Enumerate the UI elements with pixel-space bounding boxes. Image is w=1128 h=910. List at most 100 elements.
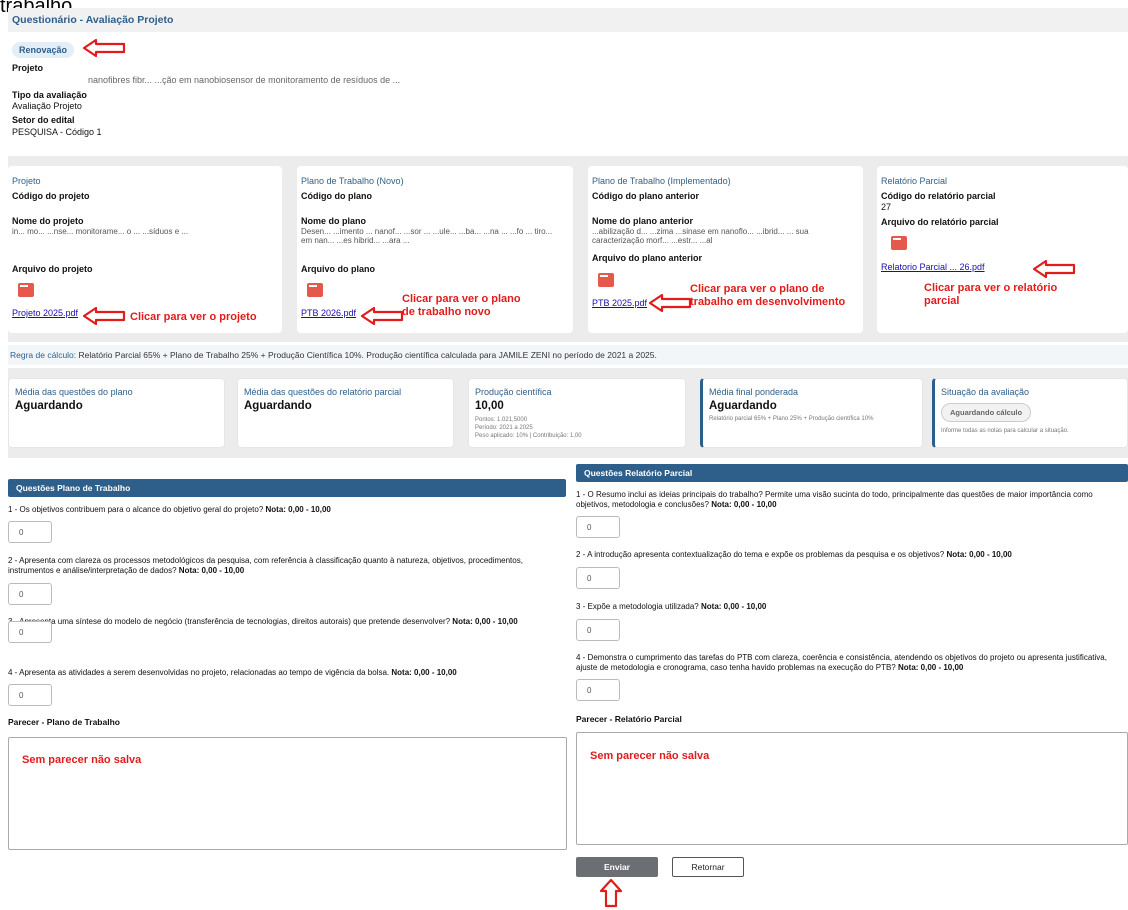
section-plano-header: Questões Plano de Trabalho xyxy=(8,479,566,497)
question-nota: Nota: 0,00 - 10,00 xyxy=(946,550,1012,559)
annotation-arrow-left-icon xyxy=(82,38,126,58)
retornar-button[interactable]: Retornar xyxy=(672,857,744,877)
nota-input-plano-1[interactable] xyxy=(8,521,52,543)
tipo-label: Tipo da avaliação xyxy=(12,90,87,100)
code-label: Código do relatório parcial xyxy=(881,191,996,201)
file-label: Arquivo do projeto xyxy=(12,264,93,274)
file-label: Arquivo do plano anterior xyxy=(592,253,703,263)
stat-situacao: Situação da avaliação Aguardando cálculo… xyxy=(932,378,1128,448)
question-text: 2 - Apresenta com clareza os processos m… xyxy=(8,556,523,575)
annotation-arrow-up-icon xyxy=(599,878,623,908)
annotation-parecer-plano: Sem parecer não salva xyxy=(22,754,142,766)
name-value: ...abilização d... ...zima ...sinase em … xyxy=(592,227,809,245)
enviar-button[interactable]: Enviar xyxy=(576,857,658,877)
parecer-relatorio-label: Parecer - Relatório Parcial xyxy=(576,714,682,724)
annotation-parecer-relatorio: Sem parecer não salva xyxy=(590,750,710,762)
stat-title: Média das questões do plano xyxy=(15,387,133,397)
stat-title: Produção científica xyxy=(475,387,552,397)
question-plano-2: 2 - Apresenta com clareza os processos m… xyxy=(8,556,568,575)
relatorio-file-link[interactable]: Relatorio Parcial ... 26.pdf xyxy=(881,262,985,272)
annotation-plano-implementado: Clicar para ver o plano de trabalho em d… xyxy=(690,283,846,309)
nota-input-relatorio-2[interactable] xyxy=(576,567,620,589)
question-text: 3 - Apresenta uma síntese do modelo de n… xyxy=(8,617,451,626)
nota-input-plano-3[interactable] xyxy=(8,621,52,643)
parecer-relatorio-textarea[interactable] xyxy=(576,732,1128,845)
plano-novo-file-link[interactable]: PTB 2026.pdf xyxy=(301,308,356,318)
setor-value: PESQUISA - Código 1 xyxy=(12,127,102,137)
nota-input-plano-2[interactable] xyxy=(8,583,52,605)
plano-implementado-file-link[interactable]: PTB 2025.pdf xyxy=(592,298,647,308)
page-title: Questionário - Avaliação Projeto xyxy=(12,14,174,26)
stat-title: Situação da avaliação xyxy=(941,387,1030,397)
file-label: Arquivo do plano xyxy=(301,264,375,274)
pdf-icon xyxy=(891,236,907,250)
section-title: Questões Relatório Parcial xyxy=(584,468,693,478)
stat-title: Média final ponderada xyxy=(709,387,799,397)
name-value: Desen... ...imento ... nanof... ...sor .… xyxy=(301,227,553,245)
setor-label: Setor do edital xyxy=(12,115,75,125)
file-label: Arquivo do relatório parcial xyxy=(881,217,999,227)
tipo-value: Avaliação Projeto xyxy=(12,101,82,111)
annotation-arrow-left-icon xyxy=(1032,259,1076,279)
question-nota: Nota: 0,00 - 10,00 xyxy=(178,565,245,575)
question-nota: Nota: 0,00 - 10,00 xyxy=(452,617,518,626)
renovacao-badge: Renovação xyxy=(12,42,75,58)
nota-input-relatorio-1[interactable] xyxy=(576,516,620,538)
calculation-rule: Regra de cálculo: Relatório Parcial 65% … xyxy=(8,345,1128,365)
question-text: 1 - Os objetivos contribuem para o alcan… xyxy=(8,505,264,514)
projeto-file-link[interactable]: Projeto 2025.pdf xyxy=(12,308,78,318)
name-label: Nome do plano xyxy=(301,216,366,226)
question-nota: Nota: 0,00 - 10,00 xyxy=(265,505,331,514)
stat-media-relatorio: Média das questões do relatório parcial … xyxy=(237,378,454,448)
card-projeto: Projeto Código do projeto Nome do projet… xyxy=(8,166,282,333)
pdf-icon xyxy=(598,273,614,287)
code-label: Código do plano anterior xyxy=(592,191,699,201)
rule-text: Relatório Parcial 65% + Plano de Trabalh… xyxy=(76,350,657,360)
question-plano-4: 4 - Apresenta as atividades a serem dese… xyxy=(8,668,568,678)
code-label: Código do plano xyxy=(301,191,372,201)
code-value: 27 xyxy=(881,202,892,212)
question-text: 4 - Demonstra o cumprimento das tarefas … xyxy=(576,653,1107,672)
projeto-value: nanofibres fibr... ...ção em nanobiosens… xyxy=(88,75,401,85)
question-text: 1 - O Resumo inclui as ideias principais… xyxy=(576,490,1093,509)
annotation-projeto: Clicar para ver o projeto xyxy=(130,311,257,323)
stat-title: Média das questões do relatório parcial xyxy=(244,387,402,397)
question-relatorio-3: 3 - Expõe a metodologia utilizada? Nota:… xyxy=(576,602,1128,612)
stat-periodo: Período: 2021 a 2025 xyxy=(475,425,533,431)
question-relatorio-1: 1 - O Resumo inclui as ideias principais… xyxy=(576,490,1128,509)
nota-input-relatorio-4[interactable] xyxy=(576,679,620,701)
stat-peso: Peso aplicado: 10% | Contribuição: 1,00 xyxy=(475,433,582,439)
question-text: 2 - A introdução apresenta contextualiza… xyxy=(576,550,945,559)
stat-note: Relatório parcial 65% + Plano 25% + Prod… xyxy=(709,416,874,422)
question-nota: Nota: 0,00 - 10,00 xyxy=(700,602,767,611)
stat-pontos: Pontos: 1.021,5000 xyxy=(475,417,528,423)
annotation-arrow-left-icon xyxy=(360,306,404,326)
annotation-plano-novo: Clicar para ver o plano de trabalho novo xyxy=(402,293,521,319)
name-value: in... mo... ...nse... monitorame... o ..… xyxy=(12,227,189,236)
card-title: Relatório Parcial xyxy=(881,176,948,186)
parecer-plano-label: Parecer - Plano de Trabalho xyxy=(8,717,120,727)
stat-producao-cientifica: Produção científica 10,00 Pontos: 1.021,… xyxy=(468,378,686,448)
name-label: Nome do plano anterior xyxy=(592,216,694,226)
question-text: 4 - Apresenta as atividades a serem dese… xyxy=(8,668,390,677)
nota-input-plano-4[interactable] xyxy=(8,684,52,706)
annotation-relatorio: Clicar para ver o relatório parcial xyxy=(924,282,1058,308)
card-title: Projeto xyxy=(12,176,41,186)
section-relatorio-header: Questões Relatório Parcial xyxy=(576,464,1128,482)
card-title: Plano de Trabalho (Implementado) xyxy=(592,176,731,186)
pdf-icon xyxy=(18,283,34,297)
rule-label: Regra de cálculo: xyxy=(10,350,77,360)
question-nota: Nota: 0,00 - 10,00 xyxy=(391,668,457,677)
nota-input-relatorio-3[interactable] xyxy=(576,619,620,641)
name-label: Nome do projeto xyxy=(12,216,84,226)
card-title: Plano de Trabalho (Novo) xyxy=(301,176,404,186)
stat-value: Aguardando xyxy=(709,400,777,412)
projeto-label: Projeto xyxy=(12,63,44,73)
question-plano-1: 1 - Os objetivos contribuem para o alcan… xyxy=(8,505,568,515)
section-title: Questões Plano de Trabalho xyxy=(16,483,131,493)
status-badge: Aguardando cálculo xyxy=(941,403,1032,422)
code-label: Código do projeto xyxy=(12,191,90,201)
question-plano-3: 3 - Apresenta uma síntese do modelo de n… xyxy=(8,617,578,627)
pdf-icon xyxy=(307,283,323,297)
question-text: 3 - Expõe a metodologia utilizada? xyxy=(576,602,699,611)
